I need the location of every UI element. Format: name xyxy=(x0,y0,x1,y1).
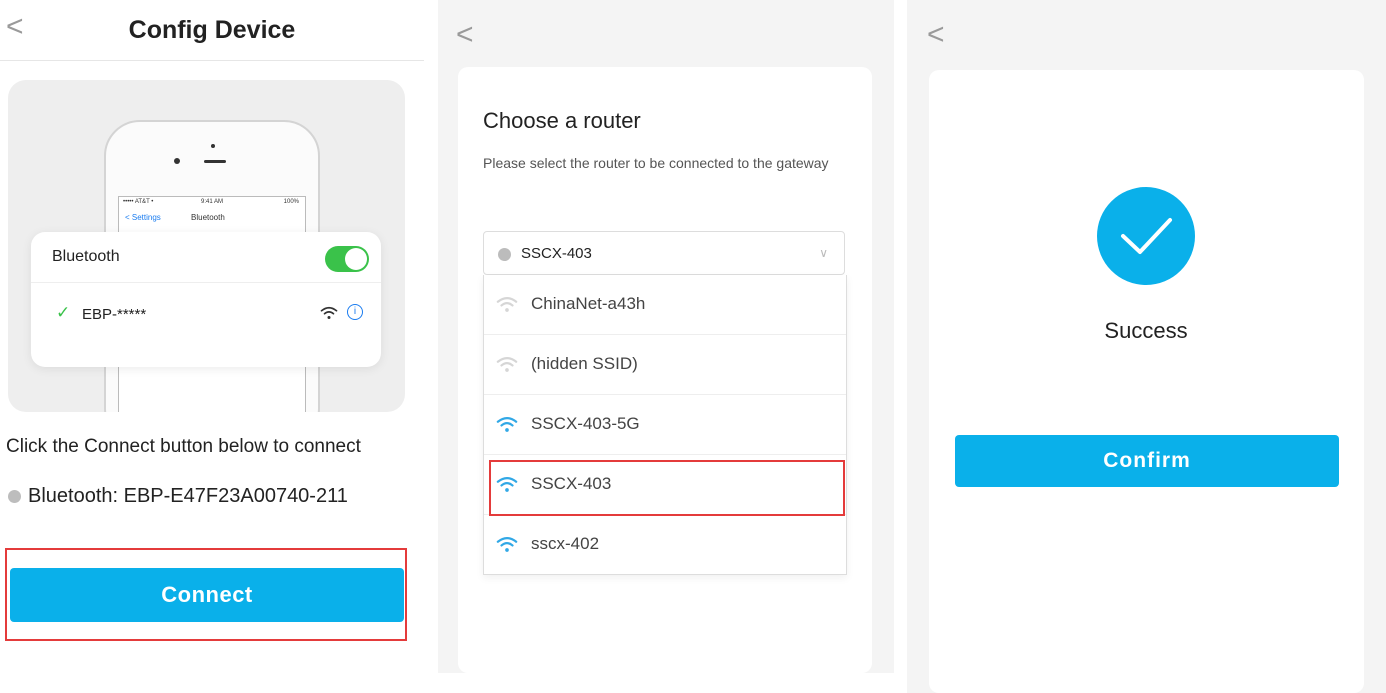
wifi-strong-icon xyxy=(496,416,518,432)
phone-camera xyxy=(174,158,180,164)
chevron-down-icon: ∨ xyxy=(819,246,828,260)
instruction-text: Click the Connect button below to connec… xyxy=(6,436,361,457)
wifi-strong-icon xyxy=(496,476,518,492)
bluetooth-icon xyxy=(8,490,21,503)
config-device-screen: < Config Device ••••• AT&T • 9:41 AM 100… xyxy=(0,0,424,693)
success-status-text: Success xyxy=(1104,318,1188,343)
success-card xyxy=(929,70,1364,693)
bluetooth-label: Bluetooth xyxy=(52,248,120,265)
paired-device-name: EBP-***** xyxy=(82,306,147,323)
selected-router: SSCX-403 xyxy=(521,245,592,262)
phone-nav-bar: < Settings Bluetooth xyxy=(119,211,305,225)
router-option[interactable]: sscx-402 xyxy=(484,515,846,575)
router-option[interactable]: SSCX-403-5G xyxy=(484,395,846,455)
router-option-selected[interactable]: SSCX-403 xyxy=(484,455,846,515)
phone-speaker xyxy=(204,160,226,163)
back-arrow-icon[interactable]: < xyxy=(456,20,474,50)
success-screen: < xyxy=(907,0,1386,693)
wifi-icon xyxy=(320,306,338,319)
confirm-button[interactable]: Confirm xyxy=(955,435,1339,487)
page-title: Config Device xyxy=(128,16,296,44)
header-divider xyxy=(0,60,424,61)
info-icon: i xyxy=(347,304,363,320)
router-option[interactable]: (hidden SSID) xyxy=(484,335,846,395)
router-option-label: (hidden SSID) xyxy=(531,354,638,373)
wifi-weak-icon xyxy=(496,356,518,372)
success-check-icon xyxy=(1097,187,1195,285)
settings-back-link: < Settings xyxy=(125,213,161,222)
connect-button[interactable]: Connect xyxy=(10,568,404,622)
carrier-text: ••••• AT&T • xyxy=(123,199,154,205)
router-option[interactable]: ChinaNet-a43h xyxy=(484,275,846,335)
router-option-label: SSCX-403 xyxy=(531,474,612,493)
battery-text: 100% xyxy=(283,199,299,205)
phone-sensor-dot xyxy=(211,144,215,148)
router-dropdown: ChinaNet-a43h (hidden SSID) SSCX-403-5G … xyxy=(483,275,847,575)
router-option-label: sscx-402 xyxy=(531,534,600,553)
choose-router-subtitle: Please select the router to be connected… xyxy=(483,155,829,171)
nav-title: Bluetooth xyxy=(191,213,225,222)
card-divider xyxy=(31,282,381,283)
toggle-knob xyxy=(345,248,367,270)
bluetooth-toggle xyxy=(325,246,369,272)
checkmark-icon xyxy=(1121,218,1172,254)
router-select[interactable]: SSCX-403 ∨ xyxy=(483,231,845,275)
choose-router-title: Choose a router xyxy=(483,108,641,133)
wifi-icon xyxy=(498,248,511,261)
phone-status-bar: ••••• AT&T • 9:41 AM 100% xyxy=(119,197,305,209)
wifi-weak-icon xyxy=(496,296,518,312)
bluetooth-device-id: Bluetooth: EBP-E47F23A00740-211 xyxy=(28,485,348,507)
router-option-label: ChinaNet-a43h xyxy=(531,294,646,313)
time-text: 9:41 AM xyxy=(201,199,224,205)
router-option-label: SSCX-403-5G xyxy=(531,414,640,433)
back-arrow-icon[interactable]: < xyxy=(927,20,945,50)
wifi-strong-icon xyxy=(496,536,518,552)
checkmark-icon: ✓ xyxy=(56,303,71,322)
